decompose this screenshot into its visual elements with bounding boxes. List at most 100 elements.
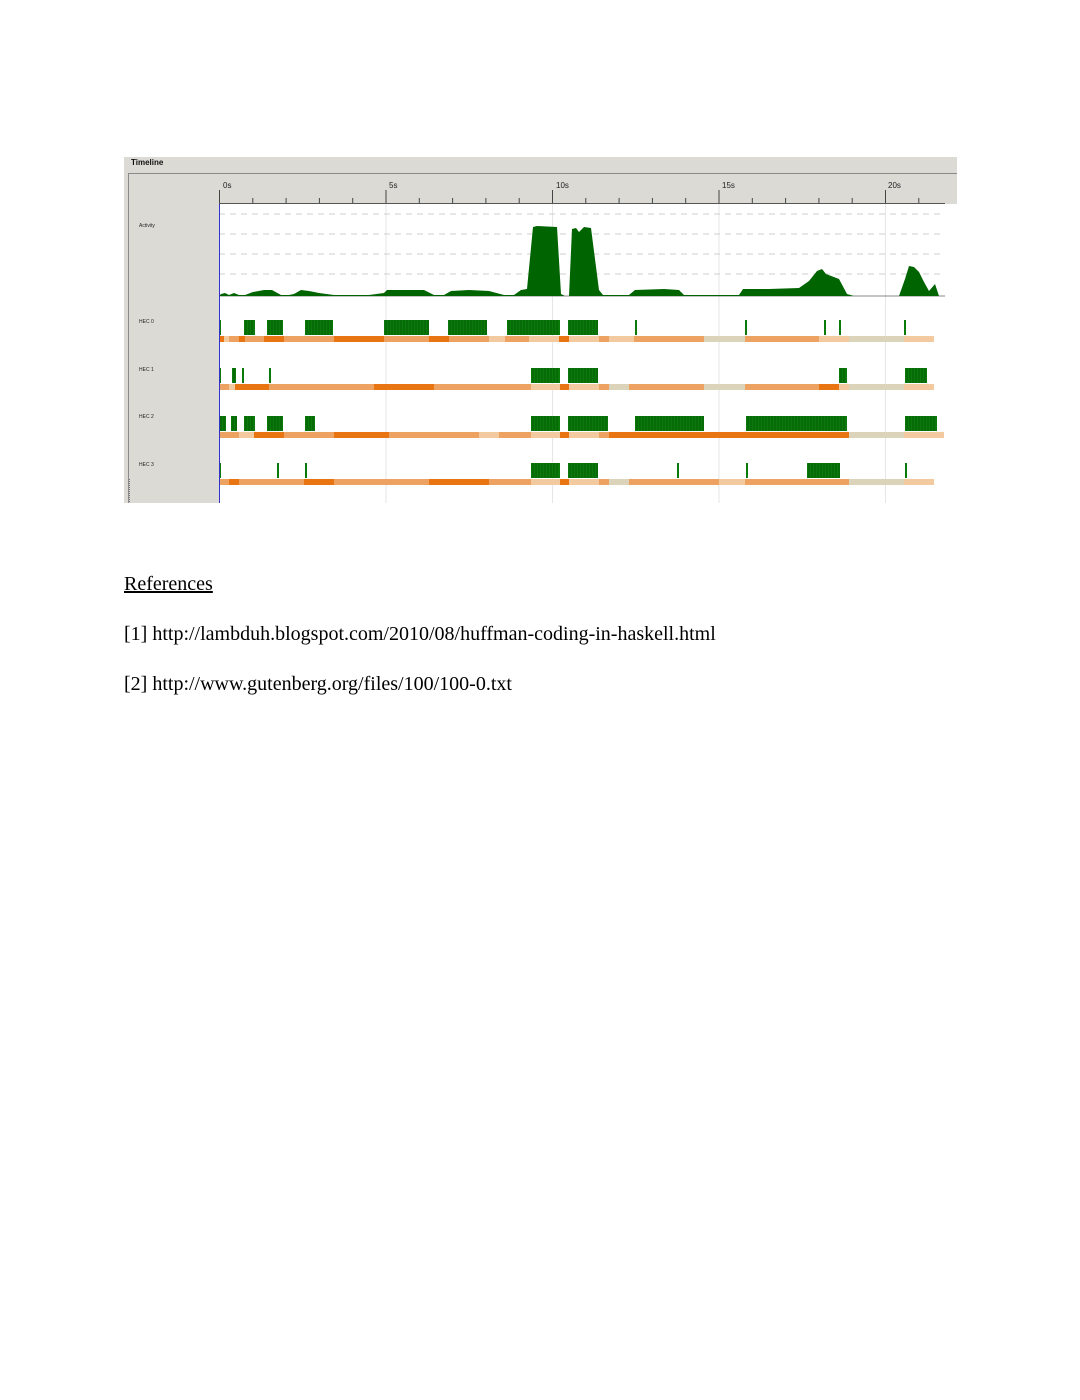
gc-strip [569,432,599,438]
running-block [568,320,598,335]
gc-strip [389,432,479,438]
gc-strip [560,384,569,390]
references-section: References [1] http://lambduh.blogspot.c… [124,571,984,721]
gc-strip [334,479,429,485]
running-block [305,463,307,478]
gc-strip [224,336,229,342]
gc-strip [849,479,904,485]
running-block [448,320,487,335]
running-block [568,368,598,383]
gc-strip [254,432,284,438]
gc-strip [559,336,569,342]
timeline-chart[interactable]: 0s 5s 10s 15s 20s Activity HEC 0 HEC 1 H… [129,174,957,503]
gc-strip [505,336,529,342]
gc-strip [819,336,849,342]
reference-url[interactable]: http://www.gutenberg.org/files/100/100-0… [152,673,512,695]
gc-strip [479,432,499,438]
gc-strip [634,336,704,342]
gc-strip [529,336,559,342]
gc-strip [609,479,629,485]
gc-strip [284,432,334,438]
gc-strip [245,336,264,342]
gc-strip [599,432,609,438]
timeline-title: Timeline [131,158,164,167]
gc-strip [334,336,384,342]
gc-strip [746,432,849,438]
running-block [677,463,679,478]
tick-label-0s: 0s [223,181,231,190]
gc-strip [839,384,849,390]
gc-strip [745,384,819,390]
reference-number: [1] [124,623,148,645]
timeline-frame: 0s 5s 10s 15s 20s Activity HEC 0 HEC 1 H… [128,173,957,503]
gc-strip [609,384,629,390]
time-ruler[interactable] [219,174,957,204]
gc-strip [819,384,839,390]
gc-strip [239,336,245,342]
gc-strip [569,479,599,485]
running-block [824,320,826,335]
running-block [242,368,244,383]
reference-number: [2] [124,673,148,695]
gc-strip [904,432,944,438]
running-block [839,368,847,383]
running-block [219,416,226,431]
gc-strip [849,432,904,438]
gc-strip [384,336,429,342]
row-label-hec-1: HEC 1 [139,367,154,373]
tick-label-15s: 15s [722,181,735,190]
gc-strip [449,336,489,342]
reference-item-2: [2] http://www.gutenberg.org/files/100/1… [124,671,984,697]
gc-strip [849,336,904,342]
row-label-hec-2: HEC 2 [139,414,154,420]
running-block [904,320,906,335]
gc-strip [284,336,334,342]
gc-strip [704,384,745,390]
gc-strip [904,384,934,390]
gc-strip [599,479,609,485]
gc-strip [609,432,634,438]
gc-strip [531,479,560,485]
running-block [531,463,560,478]
gc-strip [719,479,745,485]
running-block [635,320,637,335]
reference-url[interactable]: http://lambduh.blogspot.com/2010/08/huff… [152,623,715,645]
running-block [269,368,271,383]
gc-strip [569,384,599,390]
tick-label-20s: 20s [888,181,901,190]
gc-strip [429,479,489,485]
running-block [244,320,255,335]
gc-strip [499,432,531,438]
gc-strip [634,432,704,438]
gc-strip [609,336,634,342]
gc-strip [569,336,599,342]
gc-strip [229,336,239,342]
running-block [244,416,255,431]
gc-strip [235,384,269,390]
gc-strip [219,479,229,485]
gc-strip [434,384,531,390]
gc-strip [704,336,745,342]
row-label-activity: Activity [139,223,155,229]
gc-strip [531,432,560,438]
gc-strip [629,479,719,485]
gc-strip [629,384,704,390]
row-label-hec-3: HEC 3 [139,462,154,468]
gc-strip [599,336,609,342]
tick-label-5s: 5s [389,181,397,190]
gc-strip [849,384,904,390]
gc-strip [304,479,334,485]
gc-strip [264,336,284,342]
running-block [746,463,748,478]
gc-strip [560,479,569,485]
gc-strip [704,432,746,438]
gc-strip [219,384,229,390]
gc-strip [904,336,934,342]
gc-strip [239,432,254,438]
gc-strip [229,479,239,485]
gc-strip [489,479,531,485]
gc-strip [304,384,374,390]
gc-strip [904,479,934,485]
running-block [568,463,598,478]
gc-strip [229,384,235,390]
